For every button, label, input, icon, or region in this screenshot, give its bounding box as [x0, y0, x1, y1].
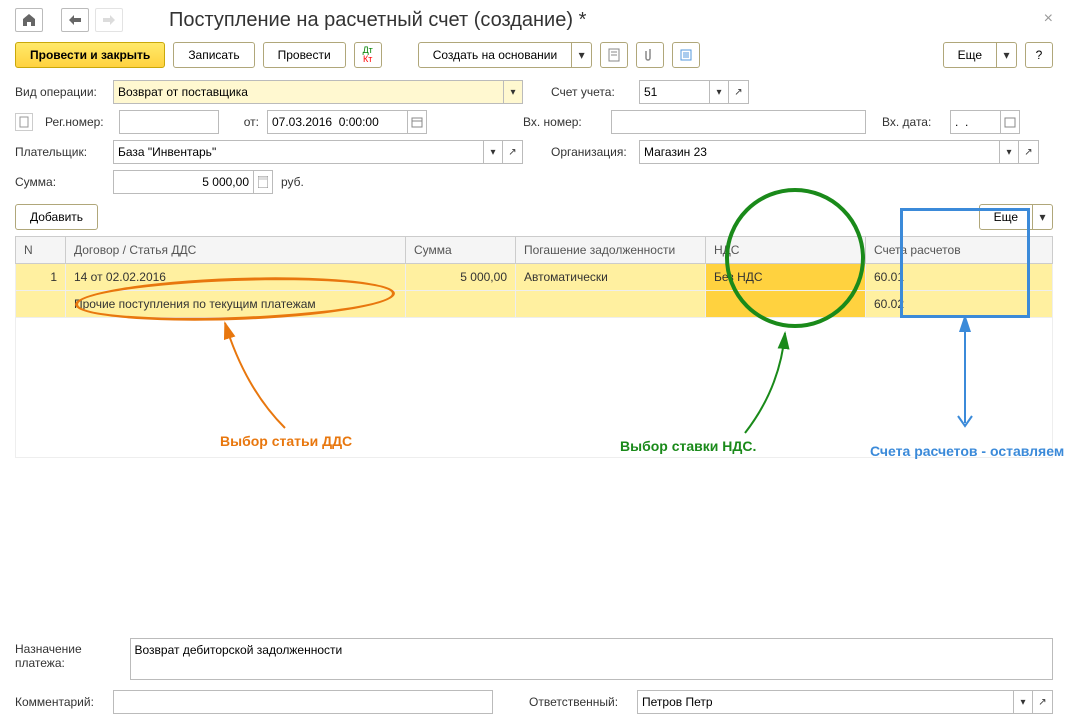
- table-row[interactable]: Прочие поступления по текущим платежам 6…: [16, 291, 1053, 318]
- responsible-input[interactable]: [637, 690, 1013, 714]
- payment-breakdown-table[interactable]: N Договор / Статья ДДС Сумма Погашение з…: [15, 236, 1053, 458]
- purpose-textarea[interactable]: Возврат дебиторской задолженности: [130, 638, 1053, 680]
- in-date-input[interactable]: [950, 110, 1000, 134]
- page-title: Поступление на расчетный счет (создание)…: [169, 9, 586, 32]
- table-row[interactable]: 1 14 от 02.02.2016 5 000,00 Автоматическ…: [16, 264, 1053, 291]
- date-from-input[interactable]: [267, 110, 407, 134]
- account-input[interactable]: [639, 80, 709, 104]
- org-input[interactable]: [639, 140, 999, 164]
- operation-type-label: Вид операции:: [15, 85, 105, 99]
- cell-vat[interactable]: Без НДС: [706, 264, 866, 291]
- payer-label: Плательщик:: [15, 145, 105, 159]
- cell-contract1[interactable]: 14 от 02.02.2016: [66, 264, 406, 291]
- doc-icon: [15, 113, 33, 131]
- create-based-dropdown[interactable]: ▾: [572, 42, 592, 68]
- add-row-button[interactable]: Добавить: [15, 204, 98, 230]
- list-icon-button[interactable]: [672, 42, 700, 68]
- purpose-label: Назначение платежа:: [15, 638, 122, 670]
- sum-calc[interactable]: [253, 170, 273, 194]
- cell-n: 1: [16, 264, 66, 291]
- col-contract: Договор / Статья ДДС: [66, 237, 406, 264]
- close-icon[interactable]: ×: [1044, 10, 1053, 28]
- in-date-picker[interactable]: [1000, 110, 1020, 134]
- help-button[interactable]: ?: [1025, 42, 1053, 68]
- forward-button[interactable]: [95, 8, 123, 32]
- post-button[interactable]: Провести: [263, 42, 346, 68]
- responsible-dropdown[interactable]: ▾: [1013, 690, 1033, 714]
- responsible-open[interactable]: ↗: [1033, 690, 1053, 714]
- account-label: Счет учета:: [551, 85, 631, 99]
- org-open[interactable]: ↗: [1019, 140, 1039, 164]
- account-dropdown[interactable]: ▾: [709, 80, 729, 104]
- post-and-close-button[interactable]: Провести и закрыть: [15, 42, 165, 68]
- home-button[interactable]: [15, 8, 43, 32]
- cell-acc2[interactable]: 60.02: [866, 291, 1053, 318]
- attach-icon-button[interactable]: [636, 42, 664, 68]
- reg-num-label: Рег.номер:: [45, 115, 111, 129]
- org-label: Организация:: [551, 145, 631, 159]
- date-from-label: от:: [235, 115, 259, 129]
- payer-open[interactable]: ↗: [503, 140, 523, 164]
- payer-input[interactable]: [113, 140, 483, 164]
- col-n: N: [16, 237, 66, 264]
- cell-debt[interactable]: Автоматически: [516, 264, 706, 291]
- payer-dropdown[interactable]: ▾: [483, 140, 503, 164]
- col-sum: Сумма: [406, 237, 516, 264]
- in-num-label: Вх. номер:: [523, 115, 603, 129]
- cell-acc1[interactable]: 60.01: [866, 264, 1053, 291]
- date-from-picker[interactable]: [407, 110, 427, 134]
- col-debt: Погашение задолженности: [516, 237, 706, 264]
- in-date-label: Вх. дата:: [882, 115, 942, 129]
- save-button[interactable]: Записать: [173, 42, 254, 68]
- col-accounts: Счета расчетов: [866, 237, 1053, 264]
- operation-type-dropdown[interactable]: ▾: [503, 80, 523, 104]
- table-more-button[interactable]: Еще: [979, 204, 1033, 230]
- currency-label: руб.: [281, 175, 304, 189]
- responsible-label: Ответственный:: [529, 695, 629, 709]
- create-based-button[interactable]: Создать на основании: [418, 42, 573, 68]
- table-more-dropdown[interactable]: ▾: [1033, 204, 1053, 230]
- more-button[interactable]: Еще: [943, 42, 997, 68]
- more-dropdown[interactable]: ▾: [997, 42, 1017, 68]
- cell-sum[interactable]: 5 000,00: [406, 264, 516, 291]
- file-icon-button[interactable]: [600, 42, 628, 68]
- sum-label: Сумма:: [15, 175, 105, 189]
- col-vat: НДС: [706, 237, 866, 264]
- in-num-input[interactable]: [611, 110, 866, 134]
- cell-contract2[interactable]: Прочие поступления по текущим платежам: [66, 291, 406, 318]
- comment-input[interactable]: [113, 690, 493, 714]
- dt-kt-button[interactable]: ДтКт: [354, 42, 382, 68]
- org-dropdown[interactable]: ▾: [999, 140, 1019, 164]
- comment-label: Комментарий:: [15, 695, 105, 709]
- back-button[interactable]: [61, 8, 89, 32]
- sum-input[interactable]: [113, 170, 253, 194]
- account-open[interactable]: ↗: [729, 80, 749, 104]
- operation-type-input[interactable]: [113, 80, 503, 104]
- reg-num-input[interactable]: [119, 110, 219, 134]
